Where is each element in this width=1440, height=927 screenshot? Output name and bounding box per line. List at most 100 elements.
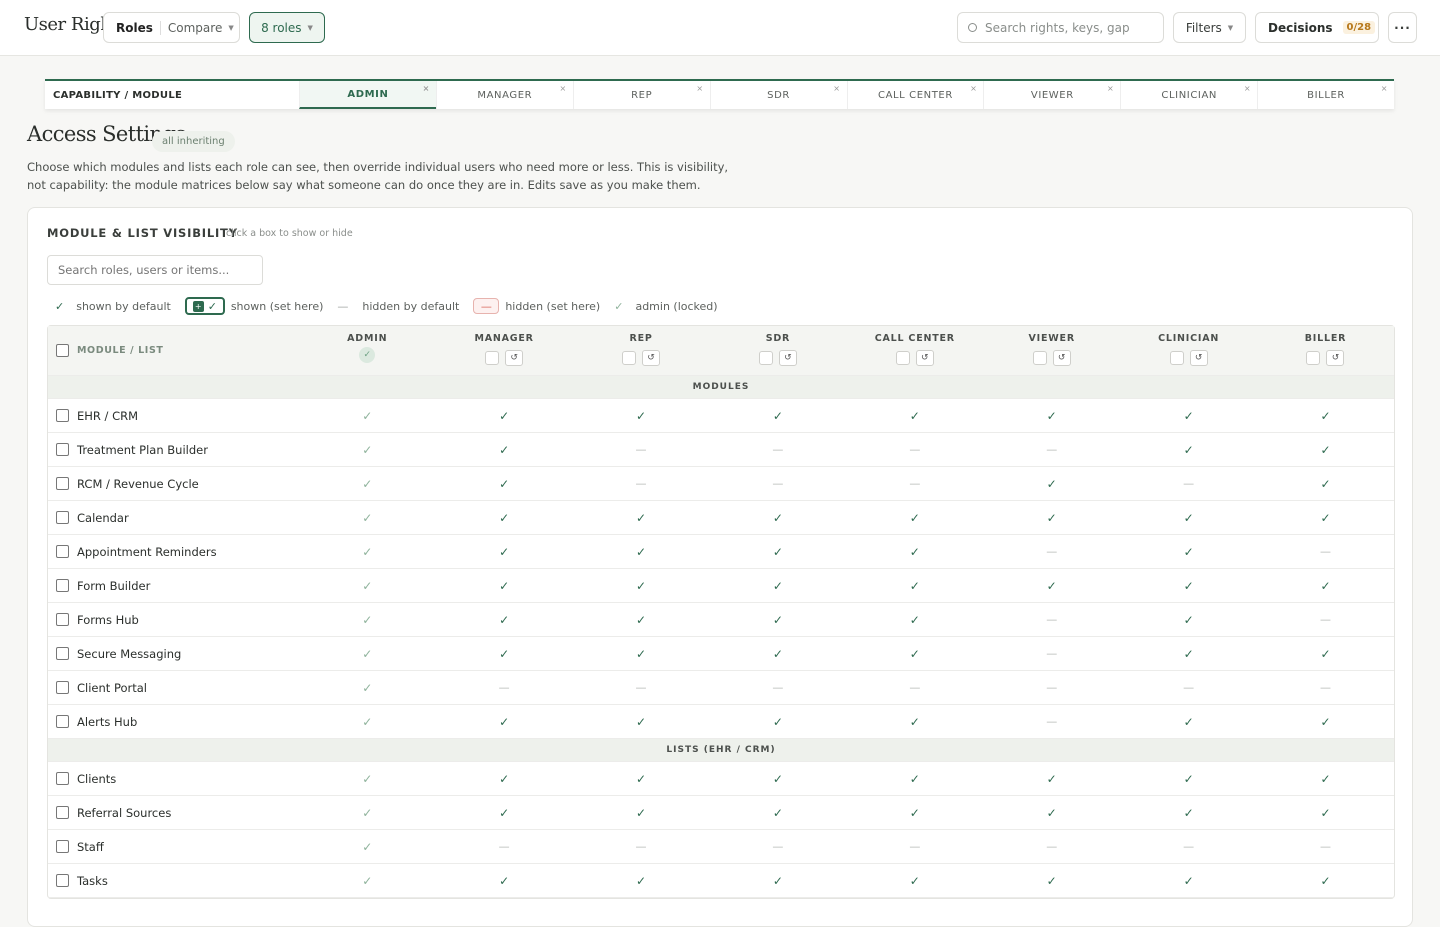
visibility-cell-viewer[interactable]: —: [983, 715, 1120, 728]
row-select-checkbox[interactable]: [56, 772, 69, 785]
visibility-cell-manager[interactable]: ✓: [436, 443, 573, 457]
row-select-checkbox[interactable]: [56, 840, 69, 853]
visibility-cell-sdr[interactable]: ✓: [709, 647, 846, 661]
roles-count-button[interactable]: 8 roles ▼: [249, 12, 325, 43]
row-select-checkbox[interactable]: [56, 511, 69, 524]
tab-call-center[interactable]: CALL CENTER ×: [846, 81, 984, 109]
tab-sdr[interactable]: SDR ×: [709, 81, 847, 109]
close-icon[interactable]: ×: [970, 84, 977, 93]
visibility-cell-manager[interactable]: ✓: [436, 409, 573, 423]
visibility-cell-manager[interactable]: ✓: [436, 579, 573, 593]
visibility-cell-rep[interactable]: —: [573, 443, 710, 456]
visibility-cell-clinician[interactable]: —: [1120, 681, 1257, 694]
row-select-checkbox[interactable]: [56, 874, 69, 887]
visibility-cell-biller[interactable]: ✓: [1257, 647, 1394, 661]
visibility-cell-manager[interactable]: ✓: [436, 545, 573, 559]
visibility-cell-biller[interactable]: ✓: [1257, 477, 1394, 491]
row-select-checkbox[interactable]: [56, 715, 69, 728]
search-roles-input[interactable]: [47, 255, 263, 285]
visibility-cell-call-center[interactable]: —: [846, 840, 983, 853]
visibility-cell-clinician[interactable]: ✓: [1120, 443, 1257, 457]
search-rights-input[interactable]: Search rights, keys, gap: [957, 12, 1164, 43]
reset-icon[interactable]: ↺: [1326, 349, 1345, 366]
roles-segment[interactable]: Roles: [116, 21, 153, 35]
visibility-cell-sdr[interactable]: ✓: [709, 545, 846, 559]
visibility-cell-sdr[interactable]: —: [709, 840, 846, 853]
row-select-checkbox[interactable]: [56, 477, 69, 490]
visibility-cell-viewer[interactable]: —: [983, 443, 1120, 456]
visibility-cell-sdr[interactable]: ✓: [709, 613, 846, 627]
visibility-cell-rep[interactable]: ✓: [573, 409, 710, 423]
visibility-cell-biller[interactable]: ✓: [1257, 806, 1394, 820]
visibility-cell-biller[interactable]: —: [1257, 681, 1394, 694]
compare-segment[interactable]: Compare: [168, 21, 222, 35]
visibility-cell-viewer[interactable]: —: [983, 647, 1120, 660]
tab-rep[interactable]: REP ×: [572, 81, 710, 109]
visibility-cell-manager[interactable]: ✓: [436, 477, 573, 491]
visibility-cell-call-center[interactable]: ✓: [846, 409, 983, 423]
visibility-cell-sdr[interactable]: —: [709, 443, 846, 456]
visibility-cell-manager[interactable]: ✓: [436, 715, 573, 729]
visibility-cell-manager[interactable]: —: [436, 681, 573, 694]
role-column-checkbox[interactable]: [622, 350, 637, 365]
visibility-cell-call-center[interactable]: ✓: [846, 874, 983, 888]
visibility-cell-call-center[interactable]: ✓: [846, 772, 983, 786]
visibility-cell-clinician[interactable]: —: [1120, 840, 1257, 853]
view-segmented-control[interactable]: Roles Compare ▼: [103, 12, 240, 43]
close-icon[interactable]: ×: [1107, 84, 1114, 93]
visibility-cell-clinician[interactable]: ✓: [1120, 613, 1257, 627]
visibility-cell-sdr[interactable]: ✓: [709, 772, 846, 786]
visibility-cell-rep[interactable]: ✓: [573, 772, 710, 786]
tab-clinician[interactable]: CLINICIAN ×: [1120, 81, 1257, 109]
visibility-cell-sdr[interactable]: —: [709, 477, 846, 490]
close-icon[interactable]: ×: [696, 84, 703, 93]
visibility-cell-viewer[interactable]: —: [983, 613, 1120, 626]
close-icon[interactable]: ×: [1381, 84, 1388, 93]
visibility-cell-call-center[interactable]: —: [846, 477, 983, 490]
visibility-cell-manager[interactable]: ✓: [436, 511, 573, 525]
row-select-checkbox[interactable]: [56, 409, 69, 422]
role-column-checkbox[interactable]: [1306, 350, 1321, 365]
visibility-cell-biller[interactable]: ✓: [1257, 511, 1394, 525]
row-select-checkbox[interactable]: [56, 545, 69, 558]
reset-icon[interactable]: ↺: [505, 349, 524, 366]
visibility-cell-viewer[interactable]: ✓: [983, 874, 1120, 888]
visibility-cell-call-center[interactable]: ✓: [846, 511, 983, 525]
visibility-cell-rep[interactable]: ✓: [573, 874, 710, 888]
visibility-cell-biller[interactable]: ✓: [1257, 409, 1394, 423]
reset-icon[interactable]: ↺: [642, 349, 661, 366]
role-column-checkbox[interactable]: [485, 350, 500, 365]
decisions-button[interactable]: Decisions 0/28: [1255, 12, 1379, 43]
visibility-cell-manager[interactable]: ✓: [436, 874, 573, 888]
visibility-cell-viewer[interactable]: ✓: [983, 579, 1120, 593]
row-select-checkbox[interactable]: [56, 806, 69, 819]
visibility-cell-clinician[interactable]: ✓: [1120, 545, 1257, 559]
visibility-cell-biller[interactable]: ✓: [1257, 443, 1394, 457]
visibility-cell-viewer[interactable]: ✓: [983, 409, 1120, 423]
visibility-cell-call-center[interactable]: ✓: [846, 613, 983, 627]
visibility-cell-rep[interactable]: ✓: [573, 545, 710, 559]
visibility-cell-biller[interactable]: —: [1257, 840, 1394, 853]
visibility-cell-viewer[interactable]: —: [983, 545, 1120, 558]
visibility-cell-call-center[interactable]: ✓: [846, 806, 983, 820]
tab-admin[interactable]: ADMIN ×: [299, 81, 436, 109]
visibility-cell-sdr[interactable]: ✓: [709, 806, 846, 820]
visibility-cell-sdr[interactable]: ✓: [709, 579, 846, 593]
visibility-cell-biller[interactable]: ✓: [1257, 874, 1394, 888]
row-select-checkbox[interactable]: [56, 579, 69, 592]
row-select-checkbox[interactable]: [56, 613, 69, 626]
visibility-cell-biller[interactable]: ✓: [1257, 772, 1394, 786]
visibility-cell-sdr[interactable]: ✓: [709, 874, 846, 888]
visibility-cell-clinician[interactable]: —: [1120, 477, 1257, 490]
visibility-cell-call-center[interactable]: —: [846, 443, 983, 456]
visibility-cell-viewer[interactable]: —: [983, 681, 1120, 694]
visibility-cell-clinician[interactable]: ✓: [1120, 772, 1257, 786]
visibility-cell-rep[interactable]: —: [573, 477, 710, 490]
visibility-cell-rep[interactable]: —: [573, 840, 710, 853]
close-icon[interactable]: ×: [423, 84, 430, 93]
visibility-cell-rep[interactable]: ✓: [573, 579, 710, 593]
visibility-cell-rep[interactable]: ✓: [573, 647, 710, 661]
reset-icon[interactable]: ↺: [1189, 349, 1208, 366]
close-icon[interactable]: ×: [559, 84, 566, 93]
select-all-checkbox[interactable]: [56, 344, 69, 357]
